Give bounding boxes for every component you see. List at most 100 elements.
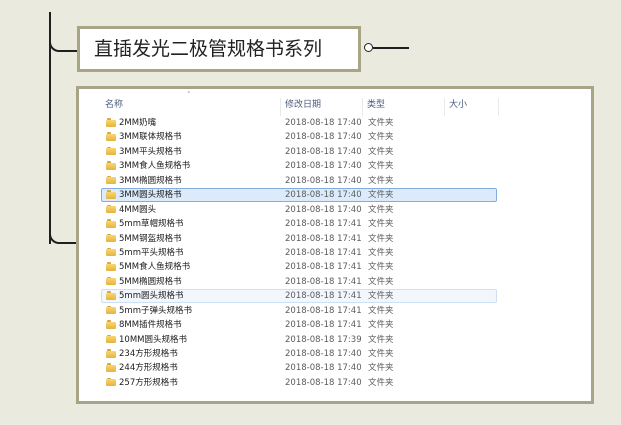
modified-date: 2018-08-18 17:40 bbox=[285, 146, 362, 157]
folder-icon bbox=[106, 305, 116, 315]
column-header-size[interactable]: 大小 bbox=[445, 98, 499, 116]
file-name: 5MM椭圆规格书 bbox=[119, 276, 182, 287]
folder-icon bbox=[106, 118, 116, 127]
file-name: 3MM联体规格书 bbox=[119, 132, 182, 143]
column-header-date[interactable]: 修改日期 bbox=[281, 98, 363, 116]
modified-date: 2018-08-18 17:40 bbox=[285, 349, 362, 359]
file-name: 3MM椭圆规格书 bbox=[119, 175, 182, 186]
file-name: 234方形规格书 bbox=[119, 349, 178, 359]
list-item[interactable]: 5mm子弹头规格书 2018-08-18 17:41 文件夹 bbox=[79, 304, 591, 318]
file-type: 文件夹 bbox=[368, 233, 394, 244]
file-name: 8MM插件规格书 bbox=[119, 320, 182, 331]
folder-icon bbox=[106, 190, 116, 199]
modified-date: 2018-08-18 17:40 bbox=[285, 161, 362, 172]
file-name: 5mm圆头规格书 bbox=[119, 291, 184, 302]
file-type: 文件夹 bbox=[368, 276, 394, 287]
file-type: 文件夹 bbox=[368, 262, 394, 273]
file-name: 5MM钢盔规格书 bbox=[119, 233, 182, 244]
folder-icon bbox=[106, 204, 116, 214]
folder-icon bbox=[106, 291, 116, 300]
column-header-type[interactable]: 类型 bbox=[363, 98, 445, 116]
file-name: 3MM食人鱼规格书 bbox=[119, 161, 191, 172]
modified-date: 2018-08-18 17:41 bbox=[285, 219, 362, 230]
file-name: 5mm草帽规格书 bbox=[119, 219, 184, 230]
file-type: 文件夹 bbox=[368, 320, 394, 331]
modified-date: 2018-08-18 17:41 bbox=[285, 305, 362, 316]
mindmap-branch-connector-top bbox=[49, 38, 77, 52]
file-type: 文件夹 bbox=[368, 363, 394, 374]
file-name: 2MM奶嘴 bbox=[119, 118, 157, 128]
modified-date: 2018-08-18 17:40 bbox=[285, 190, 362, 201]
list-item[interactable]: 234方形规格书 2018-08-18 17:40 文件夹 bbox=[79, 347, 591, 361]
list-item[interactable]: 3MM圆头规格书 2018-08-18 17:40 文件夹 bbox=[79, 188, 591, 203]
folder-icon bbox=[106, 349, 116, 358]
folder-icon bbox=[106, 233, 116, 243]
folder-icon bbox=[106, 377, 116, 387]
file-name: 4MM圆头 bbox=[119, 204, 157, 215]
file-type: 文件夹 bbox=[368, 204, 394, 215]
file-type: 文件夹 bbox=[368, 161, 394, 172]
file-type: 文件夹 bbox=[368, 377, 394, 388]
column-header-row: ˄ 名称 修改日期 类型 大小 bbox=[79, 89, 591, 117]
folder-icon bbox=[106, 334, 116, 344]
list-item[interactable]: 5MM食人鱼规格书 2018-08-18 17:41 文件夹 bbox=[79, 260, 591, 274]
file-type: 文件夹 bbox=[368, 146, 394, 157]
file-type: 文件夹 bbox=[368, 247, 394, 258]
folder-icon bbox=[106, 219, 116, 228]
modified-date: 2018-08-18 17:40 bbox=[285, 132, 362, 143]
list-item[interactable]: 4MM圆头 2018-08-18 17:40 文件夹 bbox=[79, 203, 591, 217]
folder-icon bbox=[106, 161, 116, 170]
file-name: 10MM圆头规格书 bbox=[119, 334, 187, 345]
file-type: 文件夹 bbox=[368, 175, 394, 186]
list-item[interactable]: 244方形规格书 2018-08-18 17:40 文件夹 bbox=[79, 361, 591, 375]
list-item[interactable]: 3MM椭圆规格书 2018-08-18 17:40 文件夹 bbox=[79, 174, 591, 188]
file-name: 3MM圆头规格书 bbox=[119, 190, 182, 201]
list-item[interactable]: 5MM椭圆规格书 2018-08-18 17:41 文件夹 bbox=[79, 275, 591, 289]
mindmap-branch-connector-bottom bbox=[49, 230, 77, 244]
column-header-name[interactable]: 名称 bbox=[101, 98, 281, 116]
list-item[interactable]: 3MM联体规格书 2018-08-18 17:40 文件夹 bbox=[79, 130, 591, 144]
folder-icon bbox=[106, 363, 116, 372]
mindmap-title-node[interactable]: 直插发光二极管规格书系列 bbox=[77, 26, 361, 72]
page-title: 直插发光二极管规格书系列 bbox=[94, 38, 323, 60]
folder-icon bbox=[106, 276, 116, 286]
folder-icon bbox=[106, 320, 116, 329]
modified-date: 2018-08-18 17:41 bbox=[285, 276, 362, 287]
folder-icon bbox=[106, 247, 116, 257]
list-item[interactable]: 5MM钢盔规格书 2018-08-18 17:41 文件夹 bbox=[79, 232, 591, 246]
modified-date: 2018-08-18 17:41 bbox=[285, 320, 362, 331]
list-item[interactable]: 10MM圆头规格书 2018-08-18 17:39 文件夹 bbox=[79, 333, 591, 347]
file-explorer-panel: ˄ 名称 修改日期 类型 大小 2MM奶嘴 2018-08-18 17:40 文件夹… bbox=[76, 86, 594, 404]
list-item[interactable]: 5mm平头规格书 2018-08-18 17:41 文件夹 bbox=[79, 246, 591, 260]
file-name: 257方形规格书 bbox=[119, 377, 178, 388]
file-type: 文件夹 bbox=[368, 219, 394, 230]
file-type: 文件夹 bbox=[368, 349, 394, 359]
list-item[interactable]: 3MM平头规格书 2018-08-18 17:40 文件夹 bbox=[79, 145, 591, 159]
file-type: 文件夹 bbox=[368, 132, 394, 143]
modified-date: 2018-08-18 17:41 bbox=[285, 291, 362, 302]
list-item[interactable]: 257方形规格书 2018-08-18 17:40 文件夹 bbox=[79, 376, 591, 390]
list-item[interactable]: 5mm圆头规格书 2018-08-18 17:41 文件夹 bbox=[79, 289, 591, 304]
folder-icon bbox=[106, 175, 116, 185]
list-item[interactable]: 8MM插件规格书 2018-08-18 17:41 文件夹 bbox=[79, 318, 591, 332]
modified-date: 2018-08-18 17:40 bbox=[285, 175, 362, 186]
folder-icon bbox=[106, 146, 116, 156]
file-name: 5MM食人鱼规格书 bbox=[119, 262, 191, 273]
folder-icon bbox=[106, 132, 116, 141]
file-type: 文件夹 bbox=[368, 190, 394, 201]
connector-knob-icon[interactable] bbox=[364, 43, 373, 52]
modified-date: 2018-08-18 17:41 bbox=[285, 247, 362, 258]
modified-date: 2018-08-18 17:39 bbox=[285, 334, 362, 345]
modified-date: 2018-08-18 17:41 bbox=[285, 233, 362, 244]
list-item[interactable]: 5mm草帽规格书 2018-08-18 17:41 文件夹 bbox=[79, 217, 591, 231]
file-name: 244方形规格书 bbox=[119, 363, 178, 374]
modified-date: 2018-08-18 17:40 bbox=[285, 377, 362, 388]
file-list: 2MM奶嘴 2018-08-18 17:40 文件夹 3MM联体规格书 2018-08-… bbox=[79, 116, 591, 390]
modified-date: 2018-08-18 17:40 bbox=[285, 204, 362, 215]
file-name: 5mm子弹头规格书 bbox=[119, 305, 192, 316]
list-item[interactable]: 2MM奶嘴 2018-08-18 17:40 文件夹 bbox=[79, 116, 591, 130]
modified-date: 2018-08-18 17:40 bbox=[285, 118, 362, 128]
folder-icon bbox=[106, 262, 116, 271]
list-item[interactable]: 3MM食人鱼规格书 2018-08-18 17:40 文件夹 bbox=[79, 159, 591, 173]
file-type: 文件夹 bbox=[368, 334, 394, 345]
